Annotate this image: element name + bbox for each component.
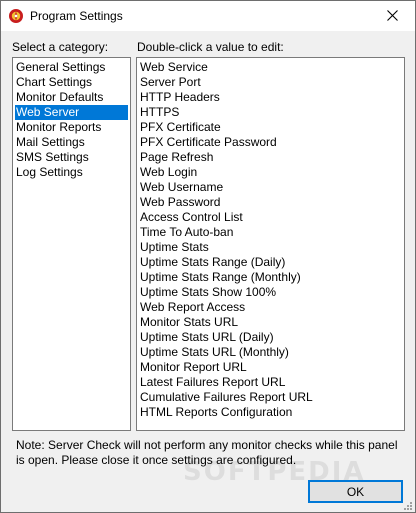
setting-value-item[interactable]: Uptime Stats URL (Daily) [139,330,274,345]
category-item[interactable]: Mail Settings [15,135,128,150]
category-item[interactable]: Monitor Defaults [15,90,128,105]
setting-value-item[interactable]: Uptime Stats URL (Monthly) [139,345,289,360]
setting-value-item[interactable]: Web Login [139,165,197,180]
title-bar[interactable]: Program Settings [1,1,415,31]
ok-button[interactable]: OK [308,480,403,503]
category-label: Select a category: [12,40,109,54]
settings-values-list[interactable]: Web Service Server Port HTTP Headers HTTPS P… [136,57,405,431]
setting-value-item[interactable]: Monitor Report URL [139,360,247,375]
setting-value-item[interactable]: PFX Certificate [139,120,221,135]
category-item[interactable]: Log Settings [15,165,128,180]
setting-value-item[interactable]: Web Password [139,195,220,210]
setting-value-item[interactable]: Uptime Stats Range (Monthly) [139,270,301,285]
category-item[interactable]: Web Server [15,105,128,120]
program-settings-icon [9,9,23,23]
setting-value-item[interactable]: Access Control List [139,210,243,225]
setting-value-item[interactable]: Latest Failures Report URL [139,375,285,390]
setting-value-item[interactable]: HTTPS [139,105,179,120]
setting-value-item[interactable]: Uptime Stats Range (Daily) [139,255,285,270]
close-button[interactable] [369,1,415,30]
resize-grip-icon[interactable] [401,499,413,511]
category-item[interactable]: Monitor Reports [15,120,128,135]
values-label: Double-click a value to edit: [137,40,284,54]
setting-value-item[interactable]: Web Report Access [139,300,245,315]
window-title: Program Settings [30,9,123,23]
setting-value-item[interactable]: Cumulative Failures Report URL [139,390,313,405]
panel-note: Note: Server Check will not perform any … [16,438,398,467]
category-item[interactable]: General Settings [15,60,128,75]
category-list[interactable]: General Settings Chart Settings Monitor De… [12,57,131,431]
setting-value-item[interactable]: Time To Auto-ban [139,225,233,240]
setting-value-item[interactable]: PFX Certificate Password [139,135,277,150]
setting-value-item[interactable]: Monitor Stats URL [139,315,238,330]
setting-value-item[interactable]: Web Username [139,180,223,195]
setting-value-item[interactable]: Server Port [139,75,201,90]
setting-value-item[interactable]: Web Service [139,60,208,75]
ok-button-label: OK [346,484,365,499]
category-item[interactable]: SMS Settings [15,150,128,165]
setting-value-item[interactable]: Uptime Stats [139,240,209,255]
close-icon [386,10,398,21]
setting-value-item[interactable]: Page Refresh [139,150,213,165]
category-item[interactable]: Chart Settings [15,75,128,90]
setting-value-item[interactable]: HTML Reports Configuration [139,405,292,420]
program-settings-window: Program Settings Select a category: Doub… [0,0,416,513]
setting-value-item[interactable]: HTTP Headers [139,90,220,105]
setting-value-item[interactable]: Uptime Stats Show 100% [139,285,276,300]
